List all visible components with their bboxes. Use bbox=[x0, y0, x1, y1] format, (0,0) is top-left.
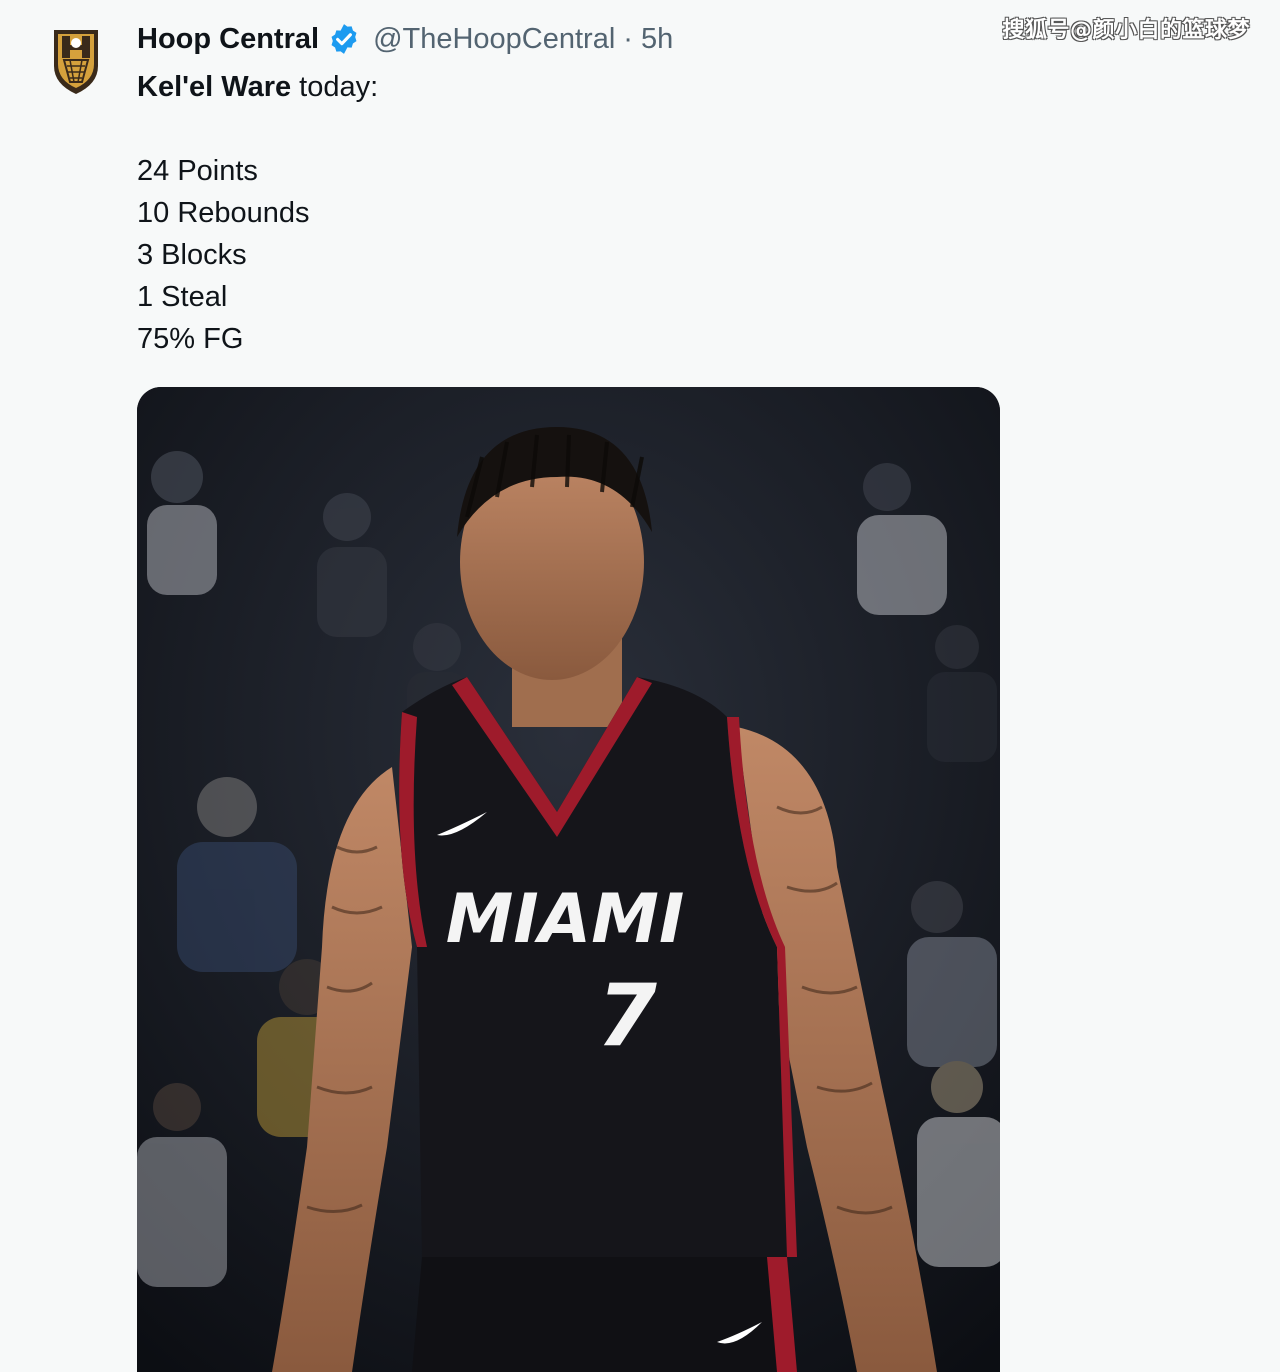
hoop-central-logo-icon bbox=[54, 30, 98, 94]
author-name[interactable]: Hoop Central bbox=[137, 23, 319, 56]
tweet-text: Kel'el Ware today: bbox=[137, 66, 378, 108]
jersey-number-text: 7 bbox=[597, 966, 657, 1066]
watermark: 搜狐号@颜小白的篮球梦 bbox=[1002, 18, 1250, 43]
stats-list: 24 Points 10 Rebounds 3 Blocks 1 Steal 7… bbox=[137, 150, 310, 360]
stat-line: 3 Blocks bbox=[137, 239, 247, 271]
tweet-timestamp[interactable]: 5h bbox=[641, 23, 673, 56]
separator-dot: · bbox=[623, 22, 633, 55]
stat-line: 24 Points bbox=[137, 155, 258, 187]
stat-line: 1 Steal bbox=[137, 281, 228, 313]
author-handle[interactable]: @TheHoopCentral bbox=[373, 23, 615, 56]
player-name[interactable]: Kel'el Ware bbox=[137, 71, 291, 103]
tweet-header: Hoop Central @TheHoopCentral · 5h bbox=[137, 18, 673, 60]
player-photo: MIAMI 7 bbox=[137, 387, 1000, 1372]
avatar[interactable] bbox=[50, 26, 102, 96]
jersey-team-text: MIAMI bbox=[446, 880, 685, 959]
tweet-media-photo[interactable]: MIAMI 7 bbox=[137, 387, 1000, 1372]
tweet-text-suffix: today: bbox=[291, 71, 379, 103]
stat-line: 10 Rebounds bbox=[137, 197, 310, 229]
verified-badge-icon bbox=[327, 22, 361, 56]
stat-line: 75% FG bbox=[137, 323, 244, 355]
